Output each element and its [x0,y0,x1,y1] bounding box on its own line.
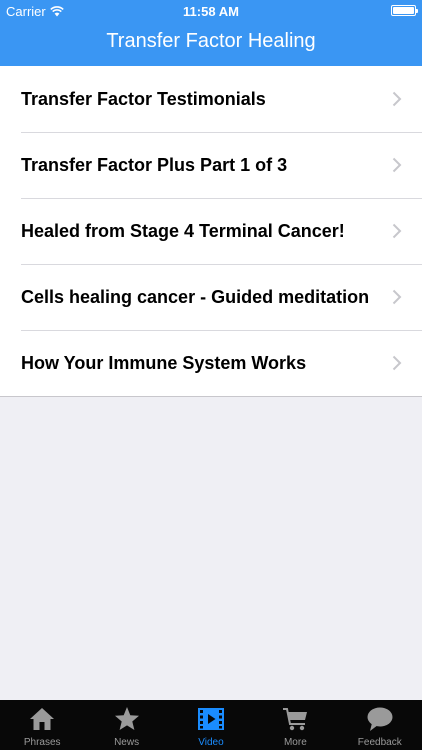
cart-icon [283,708,308,731]
list-item[interactable]: Cells healing cancer - Guided meditation [0,264,422,330]
tab-bar: Phrases News Video More Feedback [0,700,422,750]
video-list: Transfer Factor Testimonials Transfer Fa… [0,66,422,397]
tab-more[interactable]: More [253,700,337,750]
chevron-right-icon [392,157,402,173]
list-item-label: Transfer Factor Plus Part 1 of 3 [21,154,288,175]
tab-label: News [114,737,140,748]
list-item[interactable]: Healed from Stage 4 Terminal Cancer! [0,198,422,264]
list-item-label: Cells healing cancer - Guided meditation [21,286,370,307]
house-icon [30,708,55,730]
page-title: Transfer Factor Healing [106,30,316,52]
chevron-right-icon [392,289,402,305]
tab-label: Video [198,737,224,748]
list-item-label: Transfer Factor Testimonials [21,88,266,109]
status-time: 11:58 AM [183,4,239,19]
list-item-label: Healed from Stage 4 Terminal Cancer! [21,220,345,241]
star-icon [114,707,139,730]
list-item[interactable]: How Your Immune System Works [0,330,422,396]
list-item-label: How Your Immune System Works [21,352,307,373]
speech-bubble-icon [367,707,393,731]
film-icon [197,708,224,730]
tab-label: Phrases [23,737,61,748]
tab-phrases[interactable]: Phrases [0,700,84,750]
list-item[interactable]: Transfer Factor Testimonials [0,66,422,132]
tab-feedback[interactable]: Feedback [338,700,422,750]
chevron-right-icon [392,91,402,107]
chevron-right-icon [392,355,402,371]
battery-icon [391,5,418,16]
tab-label: Feedback [357,737,402,748]
status-bar: Carrier 11:58 AM [0,0,422,22]
list-item[interactable]: Transfer Factor Plus Part 1 of 3 [0,132,422,198]
tab-news[interactable]: News [84,700,168,750]
navigation-header: Carrier 11:58 AM Transfer Factor Healing [0,0,422,66]
tab-label: More [283,737,307,748]
chevron-right-icon [392,223,402,239]
tab-video[interactable]: Video [169,700,253,750]
